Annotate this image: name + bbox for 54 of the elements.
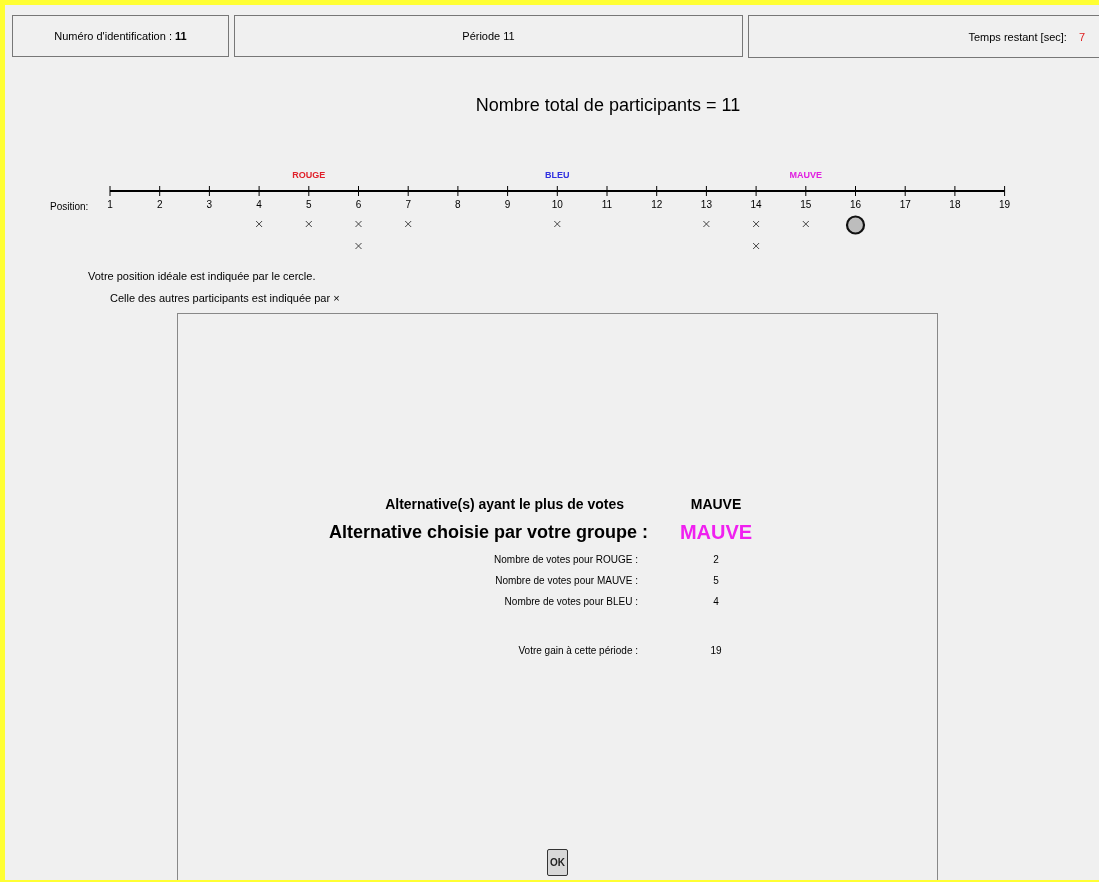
tick-label: 15 bbox=[800, 199, 812, 210]
result-label: Alternative(s) ayant le plus de votes bbox=[384, 496, 625, 512]
result-label: Alternative choisie par votre groupe : bbox=[327, 522, 648, 543]
party-label: ROUGE bbox=[292, 170, 326, 180]
period-label: Période 11 bbox=[462, 30, 515, 42]
cross-mark bbox=[305, 220, 313, 228]
tick-label: 14 bbox=[750, 199, 762, 210]
party-label: MAUVE bbox=[789, 170, 823, 180]
result-label: Nombre de votes pour BLEU : bbox=[503, 596, 639, 607]
tick-label: 17 bbox=[899, 199, 911, 210]
note-text: Votre position idéale est indiquée par le cercle. bbox=[88, 270, 317, 282]
tick-label: 6 bbox=[355, 199, 362, 210]
ideal-position-circle bbox=[845, 215, 866, 235]
tick-label: 10 bbox=[551, 199, 563, 210]
result-label: Votre gain à cette période : bbox=[517, 645, 639, 656]
tick-label: 11 bbox=[601, 199, 613, 210]
cross-mark bbox=[752, 220, 760, 228]
cross-mark bbox=[404, 220, 412, 228]
time-remaining-label: Temps restant [sec]: bbox=[968, 30, 1067, 43]
id-label: Numéro d'identification : 11 bbox=[54, 30, 187, 42]
tick-label: 9 bbox=[504, 199, 511, 210]
result-value: 5 bbox=[712, 575, 720, 586]
tick-label: 5 bbox=[306, 199, 312, 210]
tick-label: 16 bbox=[849, 199, 862, 210]
time-remaining-value: 7 bbox=[1078, 30, 1085, 43]
result-value: 19 bbox=[709, 645, 723, 656]
participants-title: Nombre total de participants = 11 bbox=[475, 95, 741, 116]
result-label: Nombre de votes pour MAUVE : bbox=[494, 575, 639, 586]
tick-label: 19 bbox=[999, 199, 1011, 210]
result-value: 2 bbox=[712, 554, 720, 565]
tick-label: 7 bbox=[405, 199, 411, 210]
axis-label: Position: bbox=[50, 201, 89, 212]
cross-mark bbox=[752, 242, 760, 250]
result-value: MAUVE bbox=[689, 496, 743, 512]
tick-label: 13 bbox=[700, 199, 712, 210]
party-label: BLEU bbox=[545, 170, 570, 180]
tick-label: 8 bbox=[455, 199, 461, 210]
tick-label: 3 bbox=[206, 199, 213, 210]
tick-label: 1 bbox=[107, 199, 113, 210]
result-value: 4 bbox=[712, 596, 720, 607]
cross-mark bbox=[255, 220, 263, 228]
cross-mark bbox=[355, 220, 362, 228]
cross-mark bbox=[802, 220, 810, 228]
cross-mark bbox=[355, 242, 362, 250]
tick-label: 12 bbox=[651, 199, 663, 210]
note-text: Celle des autres participants est indiquée par × bbox=[110, 292, 341, 304]
cross-mark bbox=[553, 220, 561, 228]
tick-label: 2 bbox=[156, 199, 163, 210]
cross-mark bbox=[702, 220, 710, 228]
tick-label: 4 bbox=[256, 199, 262, 210]
tick-label: 18 bbox=[949, 199, 961, 210]
result-value: MAUVE bbox=[678, 521, 754, 544]
ok-button[interactable]: OK bbox=[547, 849, 568, 876]
result-label: Nombre de votes pour ROUGE : bbox=[493, 554, 639, 565]
